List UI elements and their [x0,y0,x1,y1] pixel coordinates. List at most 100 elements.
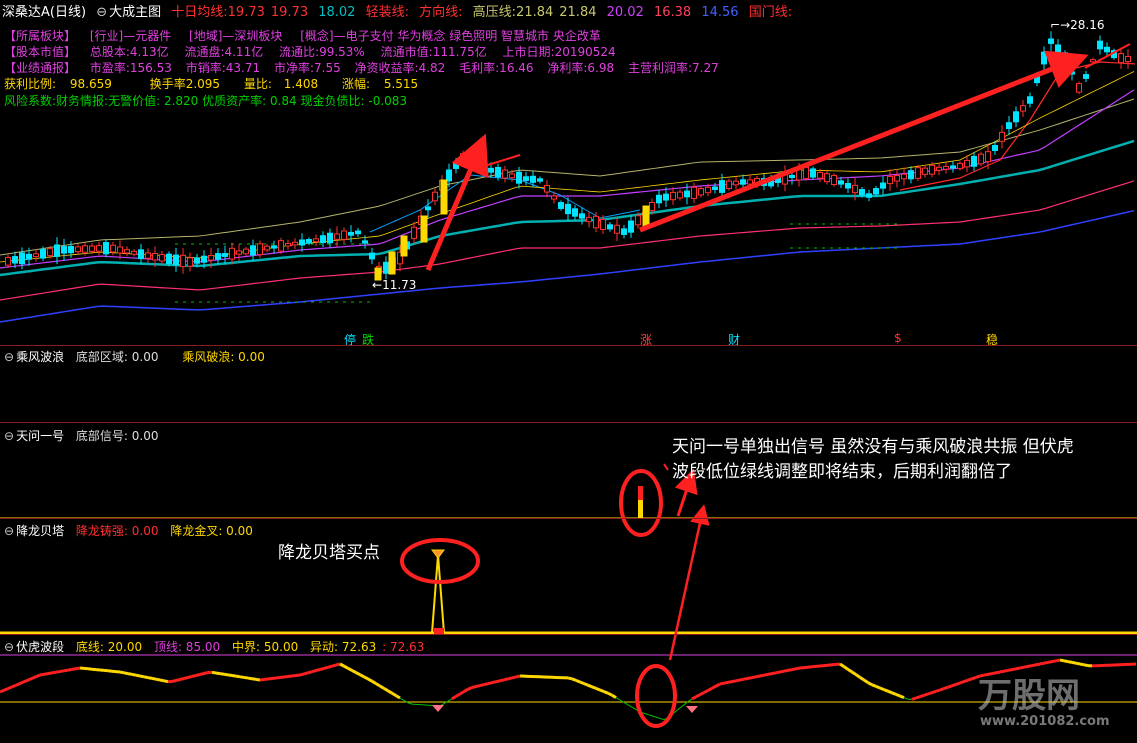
marker-s[interactable]: $ [894,331,902,345]
fuhu-segment [15,682,21,687]
panel2-collapse-icon[interactable]: ⊖ [4,429,14,443]
candle-body [747,179,753,185]
candle-body [278,240,284,252]
candle-body [327,232,333,244]
annotation-xianglong: 降龙贝塔买点 [278,543,380,563]
panel4-f5: : 72.63 [382,640,425,654]
candle-body [1006,122,1012,130]
fuhu-segment [727,680,733,684]
panel3-collapse-icon[interactable]: ⊖ [4,524,14,538]
band-blue-line [0,209,1135,323]
candle-body [369,252,375,260]
panel3-field1: 降龙铸强: 0.00 [75,524,159,538]
candle-body [971,155,977,167]
candle-body [698,188,704,196]
fuhu-segment [23,678,29,684]
fuhu-segment [915,695,921,700]
separator-1[interactable] [0,345,1137,346]
fuhu-segment [719,681,725,686]
fuhu-segment [11,683,17,689]
candle-body [250,245,256,256]
candle-body [355,230,361,235]
candle-body [131,250,137,255]
candle-body [201,255,207,263]
fuhu-segment [659,717,665,721]
fuhu-segment [451,695,457,701]
candle-body [670,191,676,201]
panel4-f1: 底线: 20.00 [75,640,143,654]
candle-body [341,230,347,240]
candle-body [299,239,305,246]
fuhu-segment [39,672,45,677]
candle-body [740,179,746,185]
highlight-candle [400,235,408,257]
separator-3[interactable] [0,518,1137,519]
annotation-tianwen-2: 波段低位绿线调整即将结束，后期利润翻倍了 [672,462,1012,482]
candle-body [1090,59,1096,63]
fuhu-segment [271,676,277,680]
fuhu-segment [343,664,349,670]
panel1-collapse-icon[interactable]: ⊖ [4,350,14,364]
candle-body [208,254,214,261]
panel2-name[interactable]: 天问一号 [16,429,64,443]
fuhu-segment [859,676,865,682]
candle-body [47,248,53,257]
fuhu-segment [511,675,517,680]
candle-body [677,191,683,199]
fuhu-segment [359,673,365,679]
fuhu-segment [615,697,621,701]
fuhu-signal-icon-2 [686,706,698,713]
fuhu-segment [867,681,873,687]
fuhu-segment [1047,660,1053,664]
panel3-name[interactable]: 降龙贝塔 [16,524,64,538]
fuhu-segment [295,673,301,677]
fuhu-segment [339,662,345,668]
fuhu-segment [123,671,129,676]
candle-body [593,215,599,229]
fuhu-segment [291,674,297,678]
candle-body [502,169,508,179]
candle-body [719,180,725,193]
fuhu-segment [723,680,729,685]
main-chart[interactable] [0,0,1137,743]
candle-body [495,166,501,178]
fuhu-segment [1075,661,1081,666]
candle-body [537,178,543,182]
fuhu-segment [775,670,781,675]
candle-body [908,170,914,180]
fuhu-segment [735,678,741,683]
candle-body [1104,46,1110,53]
candle-body [1118,53,1124,64]
candle-body [978,153,984,165]
panel1-name[interactable]: 乘风波浪 [16,350,64,364]
fuhu-segment [759,673,765,678]
candle-body [264,245,270,251]
panel4-name[interactable]: 伏虎波段 [16,640,64,654]
fuhu-segment [235,674,241,679]
fuhu-segment [287,674,293,678]
annotation-tianwen-1: 天问一号单独出信号 虽然没有与乘风破浪共振 但伏虎 [672,437,1074,457]
fuhu-segment [591,685,597,690]
fuhu-segment [1027,664,1033,668]
candle-body [453,162,459,169]
panel4-f3: 中界: 50.00 [232,640,299,654]
candle-body [96,245,102,252]
candle-body [313,238,319,243]
fuhu-segment [251,677,257,681]
separator-2[interactable] [0,422,1137,423]
candle-body [166,253,172,265]
candle-body [684,190,690,198]
fuhu-segment [851,670,857,676]
fuhu-segment [335,662,341,667]
candle-body [292,241,298,246]
panel4-collapse-icon[interactable]: ⊖ [4,640,14,654]
candle-body [1055,44,1061,55]
candle-body [516,171,522,184]
separator-4[interactable] [0,634,1137,635]
panel4-f2: 顶线: 85.00 [153,640,221,654]
candle-body [110,244,116,253]
candle-body [992,144,998,152]
fuhu-segment [311,669,317,674]
highlight-candle [388,251,396,275]
fuhu-segment [1079,662,1085,667]
